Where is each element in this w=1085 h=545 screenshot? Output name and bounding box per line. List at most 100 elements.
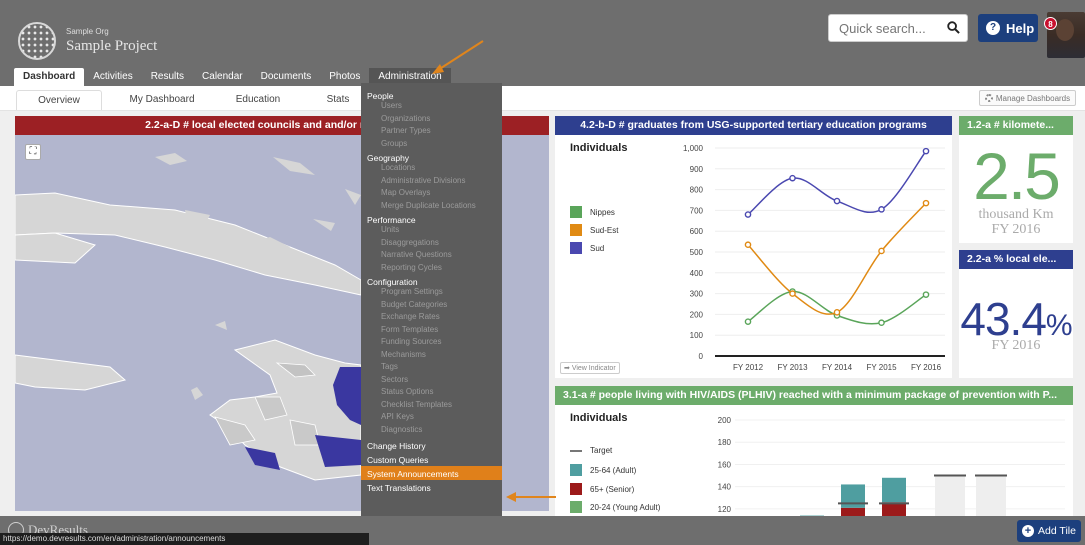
menu-item-api-keys[interactable]: API Keys: [361, 410, 502, 423]
notification-badge[interactable]: 8: [1044, 17, 1057, 30]
menu-item-exchange-rates[interactable]: Exchange Rates: [361, 310, 502, 323]
data-point[interactable]: [744, 318, 752, 325]
kpi-km-title: 1.2-a # kilomete...: [959, 116, 1073, 135]
data-point[interactable]: [878, 247, 885, 255]
menu-item-partner-types[interactable]: Partner Types: [361, 124, 502, 137]
add-tile-label: Add Tile: [1038, 525, 1076, 537]
kpi-km-value: 2.5: [973, 139, 1061, 213]
data-point[interactable]: [744, 211, 752, 218]
tab-overview[interactable]: Overview: [16, 90, 102, 110]
bar-segment[interactable]: [841, 507, 865, 516]
status-url-bar: https://demo.devresults.com/en/administr…: [0, 533, 369, 545]
menu-item-checklist-templates[interactable]: Checklist Templates: [361, 398, 502, 411]
menu-item-reporting-cycles[interactable]: Reporting Cycles: [361, 261, 502, 274]
line-chart-tile[interactable]: 4.2-b-D # graduates from USG-supported t…: [555, 116, 952, 378]
series-line-sud-est[interactable]: [747, 202, 927, 315]
manage-dashboards-button[interactable]: Manage Dashboards: [979, 90, 1076, 106]
data-point[interactable]: [922, 199, 930, 207]
data-point[interactable]: [833, 309, 841, 316]
nav-calendar[interactable]: Calendar: [193, 68, 252, 86]
menu-item-form-templates[interactable]: Form Templates: [361, 323, 502, 336]
menu-item-locations[interactable]: Locations: [361, 161, 502, 174]
menu-item-organizations[interactable]: Organizations: [361, 112, 502, 125]
y-tick-label: 140: [718, 483, 732, 492]
series-line-nippes[interactable]: [747, 290, 927, 325]
bar-chart-tile[interactable]: 3.1-a # people living with HIV/AIDS (PLH…: [555, 386, 1073, 516]
menu-item-budget-categories[interactable]: Budget Categories: [361, 298, 502, 311]
data-point[interactable]: [789, 174, 796, 182]
data-point[interactable]: [922, 291, 930, 298]
data-point[interactable]: [878, 206, 885, 213]
project-name[interactable]: Sample Project: [66, 38, 157, 55]
tab-education[interactable]: Education: [228, 90, 288, 110]
menu-item-users[interactable]: Users: [361, 99, 502, 112]
y-tick-label: 300: [690, 290, 704, 299]
menu-item-system-announcements[interactable]: System Announcements: [361, 466, 502, 480]
bar-chart-plot[interactable]: 120 140 160 180 200: [555, 386, 1073, 516]
bar-segment[interactable]: [882, 477, 906, 503]
menu-item-disaggregations[interactable]: Disaggregations: [361, 236, 502, 249]
nav-documents[interactable]: Documents: [252, 68, 321, 86]
menu-item-merge-duplicate-locations[interactable]: Merge Duplicate Locations: [361, 199, 502, 212]
kpi-tile-km[interactable]: 1.2-a # kilomete... 2.5 thousand Km FY 2…: [959, 116, 1073, 243]
menu-item-narrative-questions[interactable]: Narrative Questions: [361, 248, 502, 261]
menu-item-administrative-divisions[interactable]: Administrative Divisions: [361, 174, 502, 187]
plus-icon: +: [1022, 525, 1035, 537]
kpi-local-title: 2.2-a % local ele...: [959, 250, 1073, 269]
menu-item-sectors[interactable]: Sectors: [361, 373, 502, 386]
help-button[interactable]: ? Help: [978, 14, 1038, 42]
view-indicator-link[interactable]: ➡ View Indicator: [560, 362, 620, 374]
kpi-local-period: FY 2016: [991, 338, 1041, 353]
menu-item-tags[interactable]: Tags: [361, 360, 502, 373]
menu-item-program-settings[interactable]: Program Settings: [361, 285, 502, 298]
menu-item-change-history[interactable]: Change History: [361, 438, 502, 452]
menu-group-geography: Geography: [367, 153, 410, 163]
quick-search[interactable]: [828, 14, 968, 42]
tab-stats[interactable]: Stats: [318, 90, 358, 110]
menu-item-groups[interactable]: Groups: [361, 137, 502, 150]
menu-item-map-overlays[interactable]: Map Overlays: [361, 186, 502, 199]
target-bar[interactable]: [976, 475, 1006, 516]
data-point[interactable]: [878, 319, 885, 327]
menu-item-diagnostics[interactable]: Diagnostics: [361, 423, 502, 436]
menu-item-text-translations[interactable]: Text Translations: [361, 480, 502, 494]
search-input[interactable]: [829, 15, 941, 41]
x-tick-label: FY 2016: [911, 363, 942, 372]
gear-icon: [984, 94, 993, 102]
menu-item-mechanisms[interactable]: Mechanisms: [361, 348, 502, 361]
y-tick-label: 800: [690, 186, 704, 195]
line-chart-plot[interactable]: 0 100 200 300 400 500 600 700 800 900 1,000 FY 2012…: [555, 116, 952, 378]
nav-results[interactable]: Results: [142, 68, 193, 86]
question-icon: ?: [986, 21, 1000, 35]
search-icon[interactable]: [947, 21, 960, 34]
data-point[interactable]: [744, 241, 752, 249]
menu-item-status-options[interactable]: Status Options: [361, 385, 502, 398]
series-line-sud[interactable]: [747, 150, 927, 216]
dashboard-tabs: Overview My Dashboard Education Stats: [0, 86, 1085, 111]
y-tick-label: 1,000: [683, 144, 704, 153]
kpi-tile-local[interactable]: 2.2-a % local ele... 43.4% FY 2016: [959, 250, 1073, 378]
add-tile-button[interactable]: + Add Tile: [1017, 520, 1081, 542]
expand-map-icon[interactable]: ⛶: [25, 144, 41, 160]
y-tick-label: 100: [690, 331, 704, 340]
y-tick-label: 400: [690, 269, 704, 278]
menu-item-funding-sources[interactable]: Funding Sources: [361, 335, 502, 348]
tab-my-dashboard[interactable]: My Dashboard: [118, 90, 206, 110]
x-tick-label: FY 2015: [866, 363, 897, 372]
org-name: Sample Org: [66, 27, 109, 36]
menu-item-custom-queries[interactable]: Custom Queries: [361, 452, 502, 466]
menu-group-configuration: Configuration: [367, 277, 418, 287]
manage-dashboards-label: Manage Dashboards: [995, 93, 1071, 103]
data-point[interactable]: [922, 147, 930, 155]
y-tick-label: 200: [718, 416, 732, 425]
nav-activities[interactable]: Activities: [84, 68, 141, 86]
administration-dropdown: People Users Organizations Partner Types Gro…: [361, 83, 502, 522]
data-point[interactable]: [789, 290, 796, 297]
org-logo-icon[interactable]: [18, 22, 56, 60]
nav-dashboard[interactable]: Dashboard: [14, 68, 85, 86]
data-point[interactable]: [833, 197, 841, 205]
x-tick-label: FY 2013: [777, 363, 808, 372]
target-bar[interactable]: [935, 475, 965, 516]
menu-item-units[interactable]: Units: [361, 223, 502, 236]
x-tick-label: FY 2014: [822, 363, 853, 372]
